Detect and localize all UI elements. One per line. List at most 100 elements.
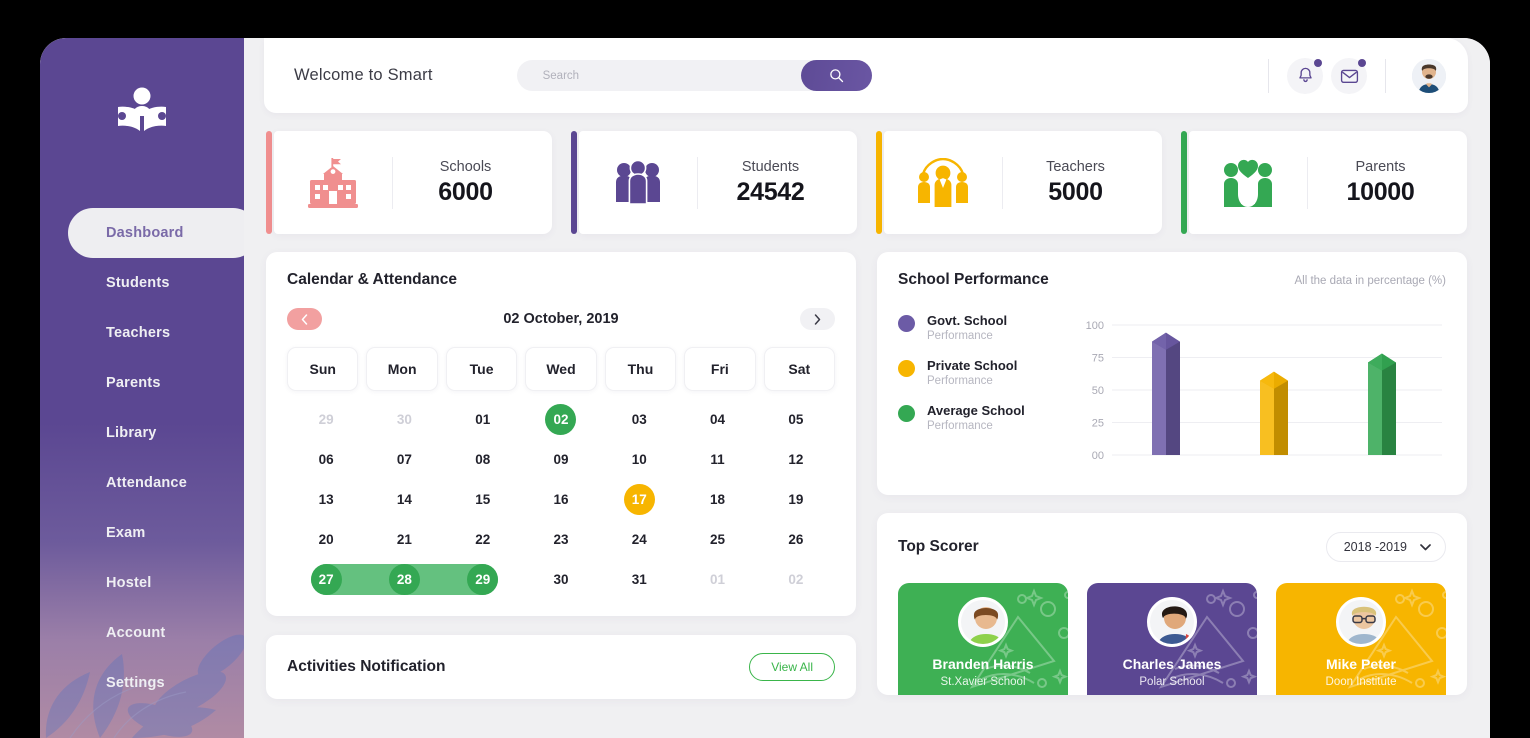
calendar-day[interactable]: 21 [365,519,443,559]
sidebar-item-exam[interactable]: Exam [40,508,244,558]
stat-card-students[interactable]: Students 24542 [571,131,857,234]
calendar-day[interactable]: 13 [287,479,365,519]
calendar-day[interactable]: 06 [287,439,365,479]
legend-color-dot [898,315,915,332]
search-input[interactable] [516,60,797,91]
left-column: Calendar & Attendance 02 October, 2019 S… [266,252,856,699]
search-button[interactable] [800,60,872,91]
sidebar-item-hostel[interactable]: Hostel [40,558,244,608]
stat-label: Students [741,158,800,175]
sidebar-item-teachers[interactable]: Teachers [40,308,244,358]
calendar-day[interactable]: 30 [365,399,443,439]
calendar-day[interactable]: 26 [757,519,835,559]
top-scorer-item[interactable]: Mike Peter Doon Institute [1276,583,1446,695]
stat-value: 10000 [1346,177,1415,206]
calendar-day[interactable]: 09 [522,439,600,479]
calendar-day[interactable]: 04 [678,399,756,439]
sidebar-item-attendance[interactable]: Attendance [40,458,244,508]
calendar-day[interactable]: 24 [600,519,678,559]
top-scorer-card: Top Scorer 2018 -2019 Branden Harris St.X… [877,513,1467,695]
stat-value: 24542 [736,177,805,206]
calendar-days-grid: 29 30 01 02 03 04 05 06 07 08 09 10 11 12 13 14 15 16 17 18… [287,399,835,599]
book-reader-icon [118,87,166,131]
stat-accent-bar [571,131,577,234]
user-avatar [1412,58,1446,93]
stat-icon-container [579,158,697,208]
calendar-day[interactable]: 16 [522,479,600,519]
calendar-day[interactable]: 29 [444,559,522,599]
calendar-day[interactable]: 10 [600,439,678,479]
calendar-day[interactable]: 25 [678,519,756,559]
top-scorer-list: Branden Harris St.Xavier School Charles Ja… [898,583,1446,695]
calendar-day[interactable]: 27 [287,559,365,599]
day-number: 06 [318,451,334,467]
calendar-day[interactable]: 02 [522,399,600,439]
day-number: 07 [396,451,412,467]
calendar-day[interactable]: 22 [444,519,522,559]
year-select[interactable]: 2018 -2019 [1325,532,1446,562]
sidebar-item-students[interactable]: Students [40,258,244,308]
sidebar: Dashboard Students Teachers Parents Libr… [40,38,244,738]
view-all-button[interactable]: View All [749,653,835,681]
calendar-day[interactable]: 31 [600,559,678,599]
calendar-day[interactable]: 08 [444,439,522,479]
calendar-day[interactable]: 12 [757,439,835,479]
stat-value: 6000 [438,177,493,206]
calendar-day[interactable]: 30 [522,559,600,599]
chart-y-tick: 00 [1092,450,1104,462]
messages-button[interactable] [1331,57,1367,94]
calendar-day[interactable]: 20 [287,519,365,559]
sidebar-item-parents[interactable]: Parents [40,358,244,408]
scorer-name: Charles James [1122,656,1222,672]
calendar-day[interactable]: 17 [600,479,678,519]
year-select-value: 2018 -2019 [1343,540,1407,554]
sidebar-item-label: Students [106,275,170,291]
calendar-day[interactable]: 11 [678,439,756,479]
top-scorer-item[interactable]: Branden Harris St.Xavier School [898,583,1068,695]
calendar-next-button[interactable] [800,308,835,330]
performance-subtitle: All the data in percentage (%) [1294,275,1446,287]
weekday-sun: Sun [287,347,359,391]
calendar-day[interactable]: 23 [522,519,600,559]
chevron-left-icon [301,313,308,325]
scorer-name: Mike Peter [1325,656,1397,672]
sidebar-item-library[interactable]: Library [40,408,244,458]
sidebar-item-settings[interactable]: Settings [40,658,244,708]
weekday-thu: Thu [604,347,677,391]
calendar-day[interactable]: 28 [365,559,443,599]
stat-card-parents[interactable]: Parents 10000 [1181,131,1467,234]
calendar-day[interactable]: 05 [757,399,835,439]
calendar-day[interactable]: 01 [678,559,756,599]
stat-accent-bar [876,131,882,234]
stat-accent-bar [266,131,272,234]
notifications-button[interactable] [1287,57,1323,94]
stat-icon-container [1189,158,1307,208]
top-scorer-item[interactable]: Charles James Polar School [1087,583,1257,695]
app-window: Dashboard Students Teachers Parents Libr… [40,38,1490,738]
day-number: 30 [396,411,412,427]
calendar-day[interactable]: 18 [678,479,756,519]
divider [1385,58,1386,93]
calendar-day[interactable]: 02 [757,559,835,599]
sidebar-item-label: Teachers [106,325,171,341]
stat-card-schools[interactable]: Schools 6000 [266,131,552,234]
calendar-day[interactable]: 29 [287,399,365,439]
dashboard-body: Calendar & Attendance 02 October, 2019 S… [266,252,1467,699]
stat-card-teachers[interactable]: Teachers 5000 [876,131,1162,234]
avatar [1336,597,1386,647]
day-number: 19 [788,491,804,507]
calendar-prev-button[interactable] [287,308,322,330]
calendar-day[interactable]: 14 [365,479,443,519]
calendar-day[interactable]: 19 [757,479,835,519]
sidebar-item-account[interactable]: Account [40,608,244,658]
day-number: 14 [396,491,412,507]
avatar[interactable] [1412,58,1446,93]
calendar-day[interactable]: 15 [444,479,522,519]
calendar-day[interactable]: 01 [444,399,522,439]
stat-icon-container [884,157,1002,208]
calendar-day[interactable]: 07 [365,439,443,479]
day-number: 09 [553,451,569,467]
sidebar-item-dashboard[interactable]: Dashboard [40,208,244,258]
chevron-right-icon [814,313,821,325]
calendar-day[interactable]: 03 [600,399,678,439]
